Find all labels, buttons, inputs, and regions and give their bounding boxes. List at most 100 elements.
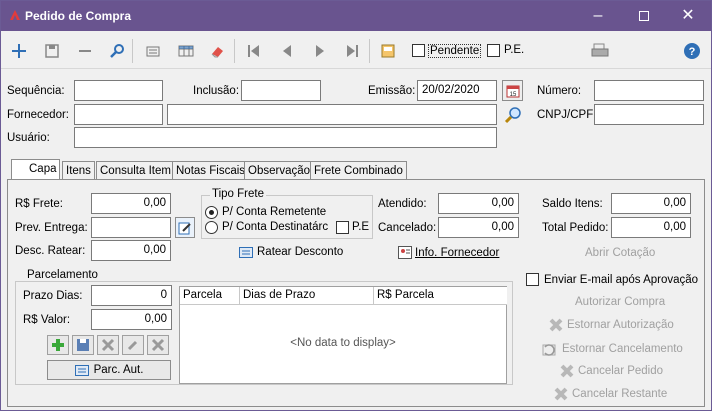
cnpj-field[interactable]	[594, 104, 704, 125]
saldo-itens-field[interactable]: 0,00	[611, 193, 691, 214]
conta-remetente-label: P/ Conta Remetente	[222, 206, 327, 218]
prev-entrega-label: Prev. Entrega:	[15, 222, 88, 234]
parc-aut-button[interactable]: Parc. Aut.	[47, 360, 171, 380]
prazo-dias-field[interactable]: 0	[91, 285, 172, 306]
delete-icon	[101, 338, 115, 352]
prev-entrega-field[interactable]	[91, 217, 171, 238]
estornar-autorizacao-button[interactable]: Estornar Autorização	[548, 318, 674, 332]
next-record-icon[interactable]	[309, 40, 331, 62]
abrir-cotacao-button[interactable]: Abrir Cotação	[585, 247, 655, 259]
report-icon[interactable]	[377, 40, 399, 62]
magnifier-icon	[504, 106, 521, 123]
svg-text:15: 15	[509, 92, 516, 98]
atendido-field[interactable]: 0,00	[438, 193, 519, 214]
sequencia-label: Sequência:	[7, 85, 65, 97]
sequencia-field[interactable]	[74, 80, 163, 101]
enviar-email-checkbox[interactable]	[526, 273, 539, 286]
x-mark-icon	[554, 387, 568, 401]
tab-notas-fiscais[interactable]: Notas Fiscais	[172, 161, 250, 180]
calculator-icon	[74, 364, 89, 376]
parcelas-grid[interactable]: Parcela Dias de Prazo R$ Parcela <No dat…	[179, 286, 507, 384]
desc-ratear-field[interactable]: 0,00	[91, 240, 171, 261]
fornecedor-name-field[interactable]	[167, 104, 497, 125]
conta-destinatario-label: P/ Conta Destinatárc	[222, 221, 329, 233]
radio-conta-remetente[interactable]	[205, 206, 218, 219]
cancelar-pedido-button[interactable]: Cancelar Pedido	[559, 364, 663, 378]
emissao-field[interactable]: 20/02/2020	[417, 80, 497, 101]
toolbar: Pendente P.E. ?	[1, 31, 711, 69]
svg-text:?: ?	[689, 46, 696, 58]
empty-grid-message: <No data to display>	[290, 337, 396, 349]
atendido-label: Atendido:	[378, 198, 427, 210]
remove-icon[interactable]	[74, 40, 96, 62]
tab-observacao[interactable]: Observação	[244, 161, 315, 180]
usuario-field[interactable]	[74, 127, 497, 148]
autorizar-compra-button[interactable]: Autorizar Compra	[575, 296, 665, 308]
calculator-icon[interactable]	[142, 40, 164, 62]
column-header-dias-prazo[interactable]: Dias de Prazo	[240, 287, 374, 305]
enviar-email-label: Enviar E-mail após Aprovação	[544, 274, 699, 286]
eraser-icon[interactable]	[206, 40, 228, 62]
first-record-icon[interactable]	[243, 40, 265, 62]
usuario-label: Usuário:	[7, 132, 50, 144]
column-header-parcela[interactable]: Parcela	[180, 287, 240, 305]
estornar-cancelamento-button[interactable]: Estornar Cancelamento	[541, 341, 683, 357]
cancelado-field[interactable]: 0,00	[438, 217, 519, 238]
pe-checkbox[interactable]	[487, 44, 500, 57]
numero-label: Número:	[537, 85, 582, 97]
frete-pe-checkbox[interactable]	[336, 221, 349, 234]
ratear-desconto-button[interactable]: Ratear Desconto	[239, 246, 343, 258]
info-fornecedor-button[interactable]: Info. Fornecedor	[398, 246, 499, 259]
pendente-checkbox[interactable]	[412, 44, 425, 57]
pe-label: P.E.	[504, 44, 525, 56]
calendar-button[interactable]: 15	[502, 80, 523, 101]
minimize-button[interactable]: –	[575, 1, 621, 31]
x-mark-icon	[560, 364, 574, 378]
grid-icon[interactable]	[175, 40, 197, 62]
delete-parcela-button[interactable]	[97, 335, 119, 355]
frete-field[interactable]: 0,00	[91, 193, 171, 214]
desc-ratear-label: Desc. Ratear:	[15, 245, 86, 257]
tipo-frete-label: Tipo Frete	[210, 188, 266, 200]
add-icon[interactable]	[8, 40, 30, 62]
add-parcela-button[interactable]	[47, 335, 69, 355]
search-icon[interactable]	[106, 40, 128, 62]
saldo-itens-label: Saldo Itens:	[542, 198, 603, 210]
column-header-valor-parcela[interactable]: R$ Parcela	[374, 287, 507, 305]
close-button[interactable]: ✕	[665, 1, 711, 31]
tab-itens[interactable]: Itens	[62, 161, 95, 180]
save-icon[interactable]	[41, 40, 63, 62]
tab-consulta-item[interactable]: Consulta Item	[96, 161, 175, 180]
info-card-icon	[398, 246, 412, 259]
tab-capa[interactable]: Capa	[11, 159, 60, 180]
frete-label: R$ Frete:	[15, 198, 63, 210]
fornecedor-search-button[interactable]	[501, 103, 524, 126]
plus-icon	[52, 339, 64, 351]
inclusao-field[interactable]	[241, 80, 321, 101]
cancelar-restante-button[interactable]: Cancelar Restante	[553, 387, 667, 401]
prev-entrega-edit-button[interactable]	[175, 217, 195, 238]
save-parcela-button[interactable]	[72, 335, 94, 355]
frete-pe-label: P.E	[352, 221, 370, 233]
valor-label: R$ Valor:	[23, 314, 71, 326]
help-icon[interactable]: ?	[681, 40, 703, 62]
cancel-parcela-button[interactable]	[147, 335, 169, 355]
total-pedido-label: Total Pedido:	[542, 222, 609, 234]
total-pedido-field[interactable]: 0,00	[611, 217, 691, 238]
tab-frete-combinado[interactable]: Frete Combinado	[310, 161, 407, 180]
edit-parcela-button[interactable]	[122, 335, 144, 355]
previous-record-icon[interactable]	[276, 40, 298, 62]
parcelamento-label: Parcelamento	[25, 269, 100, 281]
edit-icon	[178, 222, 191, 234]
save-icon	[77, 339, 89, 351]
window: Pedido de Compra – ✕ Pendente P.E. ? Seq…	[0, 0, 712, 411]
valor-field[interactable]: 0,00	[91, 309, 172, 330]
radio-conta-destinatario[interactable]	[205, 221, 218, 234]
maximize-button[interactable]	[621, 1, 667, 31]
last-record-icon[interactable]	[341, 40, 363, 62]
cancel-icon	[151, 338, 165, 352]
numero-field[interactable]	[594, 80, 704, 101]
cnpj-label: CNPJ/CPF:	[537, 109, 597, 121]
fornecedor-code-field[interactable]	[74, 104, 163, 125]
print-icon[interactable]	[589, 40, 611, 62]
